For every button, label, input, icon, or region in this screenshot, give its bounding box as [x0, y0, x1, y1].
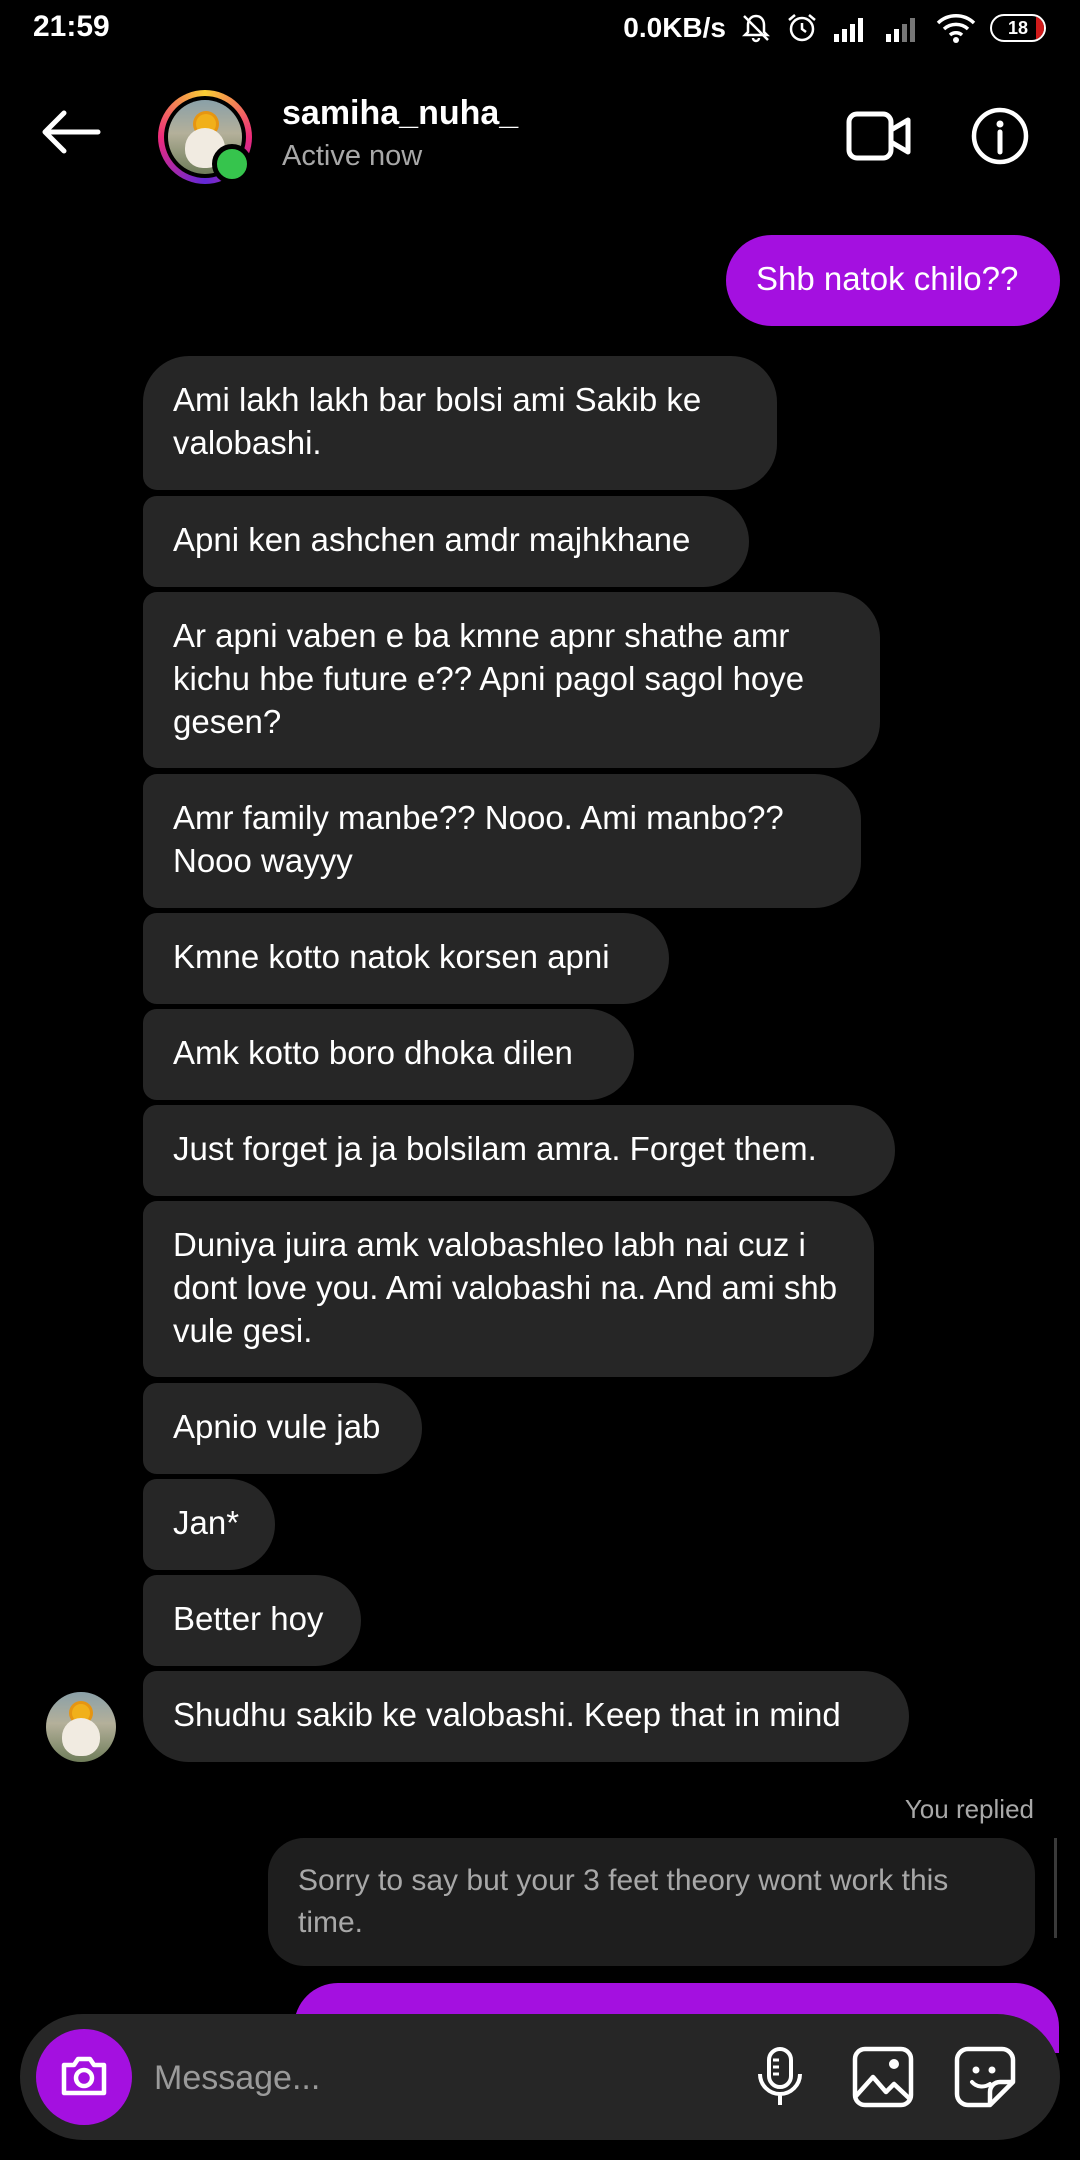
network-speed: 0.0KB/s [623, 12, 726, 43]
video-call-icon[interactable] [846, 108, 912, 164]
received-message[interactable]: Better hoy [143, 1575, 361, 1666]
wifi-icon [936, 14, 976, 43]
camera-icon [61, 2056, 107, 2096]
microphone-icon[interactable] [752, 2046, 808, 2108]
received-message[interactable]: Amr family manbe?? Nooo. Ami manbo?? Noo… [143, 774, 861, 908]
back-arrow-icon[interactable] [38, 107, 104, 157]
received-message[interactable]: Just forget ja ja bolsilam amra. Forget … [143, 1105, 895, 1196]
online-indicator [212, 144, 252, 184]
battery-icon: 18 [990, 14, 1046, 42]
chat-header: samiha_nuha_ Active now [0, 62, 1080, 212]
received-message[interactable]: Amk kotto boro dhoka dilen [143, 1009, 634, 1100]
presence-status: Active now [282, 140, 423, 172]
gallery-icon[interactable] [852, 2046, 914, 2108]
signal-icon [886, 18, 915, 42]
info-icon[interactable] [970, 106, 1030, 166]
sent-message[interactable]: Shb natok chilo?? [726, 235, 1060, 326]
message-composer [20, 2014, 1060, 2140]
received-message[interactable]: Shudhu sakib ke valobashi. Keep that in … [143, 1671, 909, 1762]
alarm-icon [788, 14, 816, 42]
status-icons: 0.0KB/s 18 [623, 12, 1046, 44]
reply-label: You replied [904, 1794, 1034, 1824]
mute-icon [741, 14, 771, 43]
status-time: 21:59 [33, 10, 110, 43]
camera-button[interactable] [36, 2029, 132, 2125]
received-message[interactable]: Apnio vule jab [143, 1383, 422, 1474]
sender-avatar[interactable] [46, 1692, 116, 1762]
status-bar: 21:59 0.0KB/s 18 [0, 0, 1080, 62]
quoted-reply[interactable]: Sorry to say but your 3 feet theory wont… [268, 1838, 1035, 1966]
received-message[interactable]: Ami lakh lakh bar bolsi ami Sakib ke val… [143, 356, 777, 490]
sticker-icon[interactable] [954, 2046, 1016, 2108]
received-message[interactable]: Jan* [143, 1479, 275, 1570]
scroll-indicator [1054, 1838, 1057, 1938]
signal-icon [834, 18, 863, 42]
received-message[interactable]: Ar apni vaben e ba kmne apnr shathe amr … [143, 592, 880, 768]
username[interactable]: samiha_nuha_ [282, 94, 518, 133]
received-message[interactable]: Kmne kotto natok korsen apni [143, 913, 669, 1004]
battery-level: 18 [1007, 17, 1029, 38]
received-message[interactable]: Apni ken ashchen amdr majhkhane [143, 496, 749, 587]
received-message[interactable]: Duniya juira amk valobashleo labh nai cu… [143, 1201, 874, 1377]
message-input[interactable] [152, 2050, 716, 2106]
